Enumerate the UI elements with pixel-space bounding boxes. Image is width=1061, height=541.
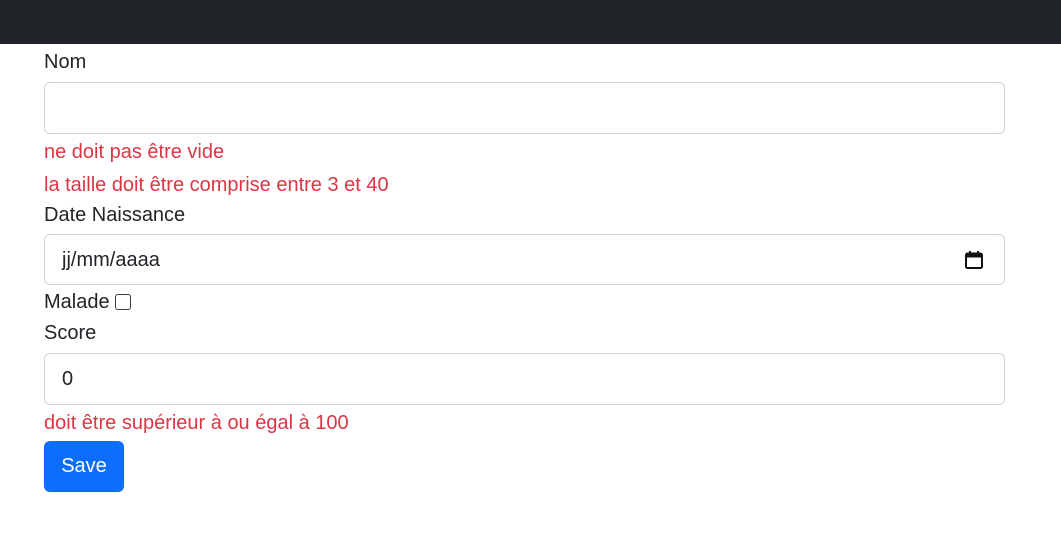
- nom-error-size: la taille doit être comprise entre 3 et …: [44, 174, 389, 196]
- nom-input[interactable]: [44, 82, 1005, 134]
- score-error: doit être supérieur à ou égal à 100: [44, 412, 349, 434]
- malade-row: Malade: [44, 289, 1005, 315]
- calendar-icon[interactable]: [964, 250, 984, 270]
- malade-checkbox[interactable]: [114, 294, 131, 310]
- date-naissance-label: Date Naissance: [44, 204, 186, 226]
- nom-label: Nom: [44, 51, 87, 73]
- nom-error-empty: ne doit pas être vide: [44, 141, 225, 163]
- score-label: Score: [44, 322, 97, 344]
- patient-form: Nom ne doit pas être vide la taille doit…: [44, 44, 1005, 492]
- date-naissance-input[interactable]: jj/mm/aaaa: [44, 234, 1005, 285]
- date-naissance-value: jj/mm/aaaa: [62, 249, 160, 271]
- save-button[interactable]: Save: [44, 441, 124, 492]
- malade-label: Malade: [44, 290, 110, 313]
- score-input[interactable]: 0: [44, 353, 1005, 405]
- top-navbar: [0, 0, 1061, 44]
